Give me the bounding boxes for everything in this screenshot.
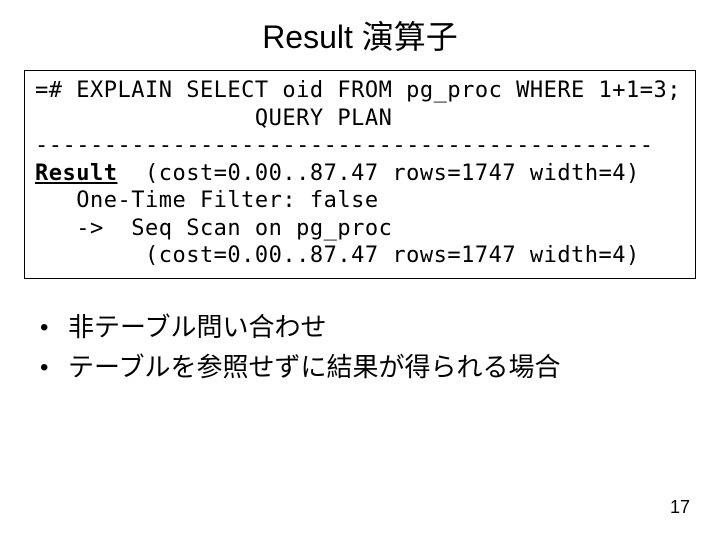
bullet-item: • テーブルを参照せずに結果が得られる場合 <box>40 347 680 387</box>
bullet-dot-icon: • <box>40 347 68 386</box>
code-line-1: =# EXPLAIN SELECT oid FROM pg_proc WHERE… <box>35 78 681 103</box>
bullet-item: • 非テーブル問い合わせ <box>40 307 680 347</box>
bullet-text: テーブルを参照せずに結果が得られる場合 <box>68 347 560 387</box>
code-line-4-highlight: Result <box>35 161 117 186</box>
bullet-list: • 非テーブル問い合わせ • テーブルを参照せずに結果が得られる場合 <box>40 307 680 388</box>
slide: Result 演算子 =# EXPLAIN SELECT oid FROM pg… <box>0 0 720 540</box>
page-title: Result 演算子 <box>0 0 720 66</box>
bullet-text: 非テーブル問い合わせ <box>68 307 326 347</box>
page-number: 17 <box>670 497 690 518</box>
code-line-7: (cost=0.00..87.47 rows=1747 width=4) <box>35 243 640 268</box>
code-line-5: One-Time Filter: false <box>35 188 379 213</box>
code-line-2: QUERY PLAN <box>35 106 392 131</box>
bullet-dot-icon: • <box>40 307 68 346</box>
code-line-4-rest: (cost=0.00..87.47 rows=1747 width=4) <box>117 161 639 186</box>
code-line-6: -> Seq Scan on pg_proc <box>35 216 392 241</box>
query-plan-box: =# EXPLAIN SELECT oid FROM pg_proc WHERE… <box>24 70 696 279</box>
code-line-3: ----------------------------------------… <box>35 133 654 158</box>
